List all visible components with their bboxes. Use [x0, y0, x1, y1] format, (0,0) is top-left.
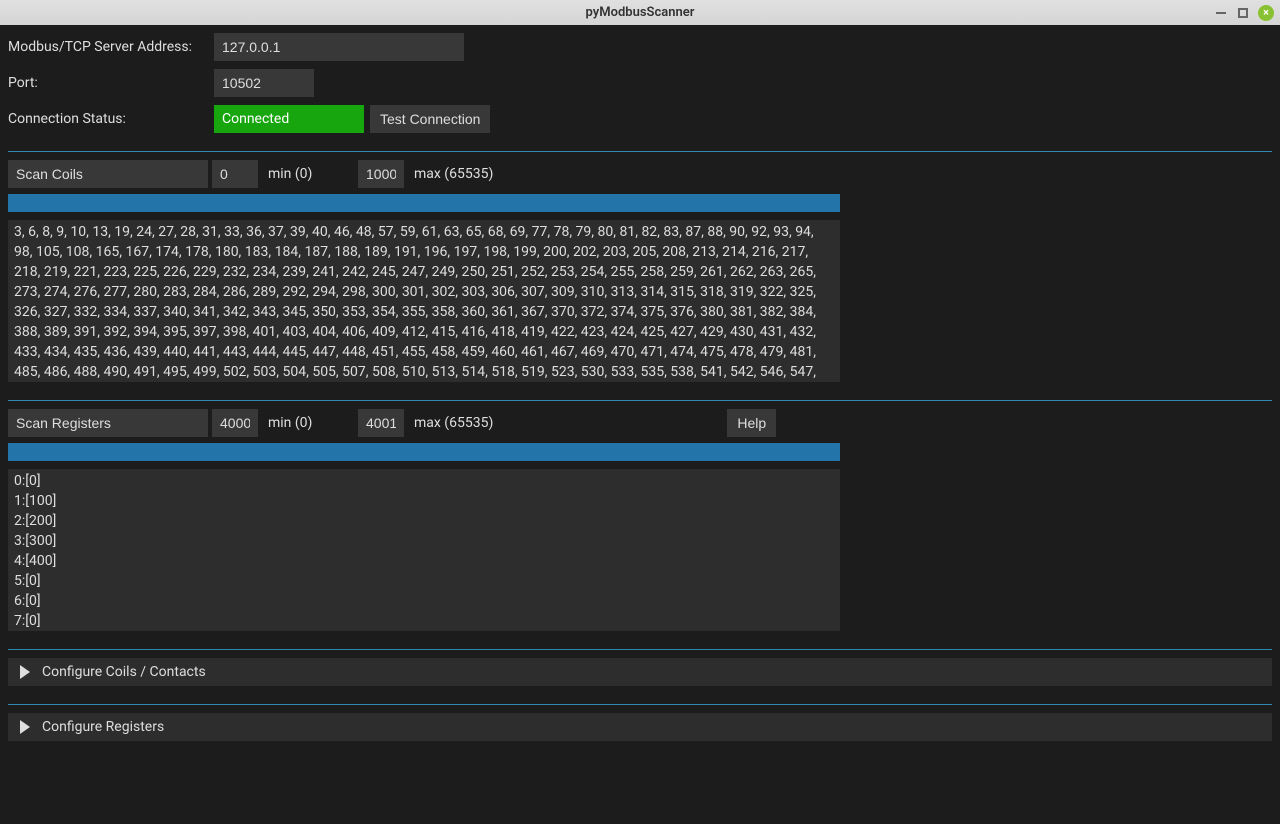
port-input[interactable] — [214, 69, 314, 97]
minimize-icon[interactable] — [1214, 6, 1228, 20]
close-icon[interactable] — [1258, 5, 1274, 21]
configure-registers-panel[interactable]: Configure Registers — [8, 713, 1272, 741]
window-title: pyModbusScanner — [586, 5, 695, 20]
coils-min-input[interactable] — [212, 160, 258, 188]
chevron-right-icon — [20, 665, 30, 679]
maximize-icon[interactable] — [1238, 8, 1248, 18]
registers-min-input[interactable] — [212, 409, 258, 437]
coils-results[interactable]: 3, 6, 8, 9, 10, 13, 19, 24, 27, 28, 31, … — [8, 220, 840, 382]
server-address-label: Modbus/TCP Server Address: — [8, 39, 208, 55]
port-label: Port: — [8, 75, 208, 91]
configure-registers-label: Configure Registers — [42, 719, 164, 735]
test-connection-button[interactable]: Test Connection — [370, 105, 490, 133]
coils-progress-bar — [8, 194, 840, 212]
window-titlebar: pyModbusScanner — [0, 0, 1280, 25]
connection-status-value: Connected — [214, 105, 364, 133]
coils-max-label: max (65535) — [408, 166, 499, 182]
coils-max-input[interactable] — [358, 160, 404, 188]
help-button[interactable]: Help — [727, 409, 776, 437]
configure-coils-label: Configure Coils / Contacts — [42, 664, 206, 680]
scan-registers-button[interactable]: Scan Registers — [8, 409, 208, 437]
registers-results[interactable]: 0:[0] 1:[100] 2:[200] 3:[300] 4:[400] 5:… — [8, 469, 840, 631]
coils-min-label: min (0) — [262, 166, 354, 182]
connection-status-label: Connection Status: — [8, 111, 208, 127]
configure-coils-panel[interactable]: Configure Coils / Contacts — [8, 658, 1272, 686]
registers-max-label: max (65535) — [408, 415, 499, 431]
registers-min-label: min (0) — [262, 415, 354, 431]
registers-max-input[interactable] — [358, 409, 404, 437]
server-address-input[interactable] — [214, 33, 464, 61]
chevron-right-icon — [20, 720, 30, 734]
scan-coils-button[interactable]: Scan Coils — [8, 160, 208, 188]
registers-progress-bar — [8, 443, 840, 461]
